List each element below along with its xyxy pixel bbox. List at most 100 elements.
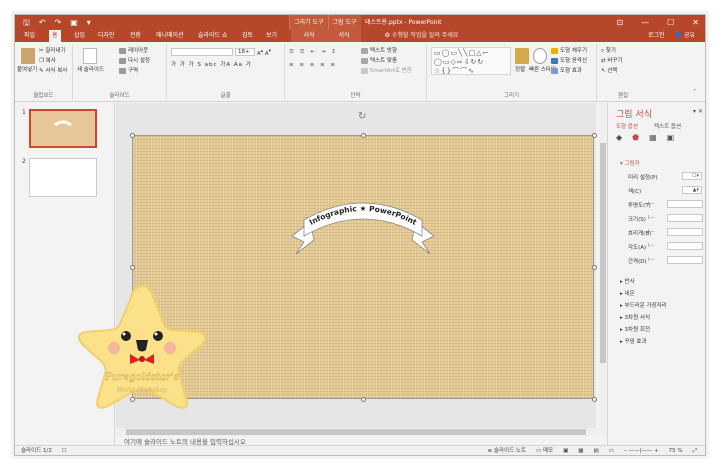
collapse-ribbon-icon[interactable]: ⌃	[692, 88, 697, 96]
reading-view-icon[interactable]: ▤	[593, 446, 598, 455]
select-button[interactable]: ↖ 선택	[601, 67, 617, 75]
angle-input[interactable]	[667, 242, 703, 250]
vertical-scrollbar[interactable]	[599, 103, 607, 428]
tab-design[interactable]: 디자인	[95, 30, 118, 42]
3d-rotation-section[interactable]: ▸ 3차원 회전	[620, 325, 650, 333]
login-link[interactable]: 로그인	[648, 30, 665, 42]
resize-handle[interactable]	[130, 265, 135, 270]
artistic-effects-section[interactable]: ▸ 꾸밈 효과	[620, 337, 647, 345]
effects-pentagon-icon[interactable]: ⬟	[632, 133, 639, 142]
pane-close-icon[interactable]: ✕	[698, 108, 703, 115]
pane-options-icon[interactable]: ▾	[693, 108, 696, 115]
comments-toggle[interactable]: ▭ 메모	[536, 446, 553, 455]
notes-pane[interactable]: 여기에 슬라이드 노트의 내용을 입력하십시오	[116, 436, 607, 446]
format-painter-button[interactable]: ✎ 서식 복사	[39, 67, 67, 75]
text-direction-button[interactable]: 텍스트 방향	[361, 47, 397, 55]
replace-button[interactable]: ⇄ 바꾸기	[601, 57, 623, 65]
tab-drawing-format[interactable]: 서식	[291, 30, 327, 42]
paste-button[interactable]: 붙여넣기	[17, 66, 37, 74]
tab-text-options[interactable]: 텍스트 옵션	[654, 122, 681, 130]
fit-slide-icon[interactable]: ⤢	[693, 446, 697, 455]
slideshow-view-icon[interactable]: ▭	[609, 446, 614, 455]
picture-icon[interactable]: ▣	[667, 133, 675, 142]
spell-check-icon[interactable]: ☐	[62, 448, 67, 454]
reset-button[interactable]: 다시 설정	[119, 57, 150, 65]
arrange-button[interactable]: 정렬	[515, 66, 525, 74]
section-button[interactable]: 구역	[119, 67, 138, 75]
soft-edges-section[interactable]: ▸ 부드러운 가장자리	[620, 301, 667, 309]
shape-effects-button[interactable]: 도형 효과	[551, 67, 582, 75]
distance-slider[interactable]: I—	[648, 257, 664, 263]
resize-handle[interactable]	[592, 133, 597, 138]
tab-file[interactable]: 파일	[21, 30, 38, 42]
zoom-slider[interactable]: – ——|—— +	[624, 446, 659, 455]
preset-dropdown[interactable]: ☐▾	[682, 172, 702, 180]
resize-handle[interactable]	[361, 133, 366, 138]
align-buttons[interactable]: ≡ ≡ ≡ ≡ ≡	[289, 61, 337, 69]
resize-handle[interactable]	[592, 265, 597, 270]
horizontal-scroll-thumb[interactable]	[126, 429, 586, 435]
share-button[interactable]: 👤 공유	[675, 30, 695, 42]
undo-icon[interactable]: ↶	[39, 17, 46, 28]
new-slide-button[interactable]: 새 슬라이드	[77, 66, 104, 74]
close-icon[interactable]: ✕	[692, 17, 699, 28]
vertical-scroll-thumb[interactable]	[600, 143, 606, 363]
zoom-level[interactable]: 75 %	[669, 446, 683, 455]
font-format-buttons[interactable]: 가 가 가 S abc 가A Aa 가	[171, 61, 252, 69]
tell-me-box[interactable]: ❂ 수행할 작업을 알려 주세요	[385, 30, 458, 42]
tab-picture-format[interactable]: 서식	[327, 30, 361, 42]
transparency-slider[interactable]: I—	[648, 201, 664, 207]
tab-home[interactable]: 홈	[49, 30, 61, 42]
tab-slideshow[interactable]: 슬라이드 쇼	[195, 30, 231, 42]
color-dropdown[interactable]: ▲▾	[682, 186, 702, 194]
shadow-section-header[interactable]: ▾ 그림자	[620, 159, 640, 167]
glow-section[interactable]: ▸ 네온	[620, 289, 635, 297]
smartart-button[interactable]: SmartArt로 변환	[361, 67, 412, 75]
angle-slider[interactable]: I—	[648, 243, 664, 249]
fill-line-icon[interactable]: ◆	[616, 133, 622, 142]
blur-slider[interactable]: I—	[648, 229, 664, 235]
minimize-icon[interactable]: —	[641, 17, 649, 28]
tab-shape-options[interactable]: 도형 옵션	[616, 122, 638, 130]
rotate-handle-icon[interactable]: ↻	[358, 111, 366, 122]
find-button[interactable]: ⌕ 찾기	[601, 47, 616, 55]
shapes-gallery[interactable]: ▭◯▭╲╲□△⌐ ◯▭◇⇨⇩↻↻ ☆{}⌒⌒∿	[431, 47, 511, 75]
horizontal-scrollbar[interactable]	[116, 428, 607, 436]
layout-button[interactable]: 레이아웃	[119, 47, 148, 55]
size-properties-icon[interactable]: ▦	[649, 133, 657, 142]
tab-insert[interactable]: 삽입	[71, 30, 88, 42]
font-name-combo[interactable]	[171, 48, 233, 56]
tab-review[interactable]: 검토	[239, 30, 256, 42]
tab-view[interactable]: 보기	[263, 30, 280, 42]
slide-thumbnail-2[interactable]	[29, 158, 97, 197]
shape-fill-button[interactable]: 도형 채우기	[551, 47, 587, 55]
present-icon[interactable]: ▣	[70, 17, 78, 28]
slide-thumbnail-1[interactable]	[29, 109, 97, 148]
resize-handle[interactable]	[130, 133, 135, 138]
size-slider[interactable]: I—	[648, 215, 664, 221]
normal-view-icon[interactable]: ▣	[563, 446, 568, 455]
blur-input[interactable]	[667, 228, 703, 236]
copy-button[interactable]: ❐ 복사	[39, 57, 56, 65]
notes-toggle[interactable]: ≡ 슬라이드 노트	[488, 446, 526, 455]
font-grow-icons[interactable]: A▴ A▾	[257, 48, 271, 58]
3d-format-section[interactable]: ▸ 3차원 서식	[620, 313, 650, 321]
ribbon-display-icon[interactable]: ⊡	[616, 17, 623, 28]
maximize-icon[interactable]: ☐	[667, 17, 674, 28]
align-text-button[interactable]: 텍스트 맞춤	[361, 57, 397, 65]
cut-button[interactable]: ✂ 잘라내기	[39, 47, 66, 55]
qat-more-icon[interactable]: ▾	[87, 17, 91, 28]
reflection-section[interactable]: ▸ 반사	[620, 277, 635, 285]
list-buttons[interactable]: ☰ ☰ ⇤ ⇥ ↕	[289, 48, 338, 56]
tab-transitions[interactable]: 전환	[127, 30, 144, 42]
font-size-combo[interactable]: 18+	[235, 48, 255, 56]
ribbon-banner-shape[interactable]: Infographic ★ PowerPoint	[288, 196, 438, 258]
redo-icon[interactable]: ↷	[55, 17, 62, 28]
tab-animations[interactable]: 애니메이션	[153, 30, 187, 42]
transparency-input[interactable]	[667, 200, 703, 208]
size-input[interactable]	[667, 214, 703, 222]
sorter-view-icon[interactable]: ▦	[578, 446, 583, 455]
distance-input[interactable]	[667, 256, 703, 264]
resize-handle[interactable]	[361, 397, 366, 402]
resize-handle[interactable]	[592, 397, 597, 402]
